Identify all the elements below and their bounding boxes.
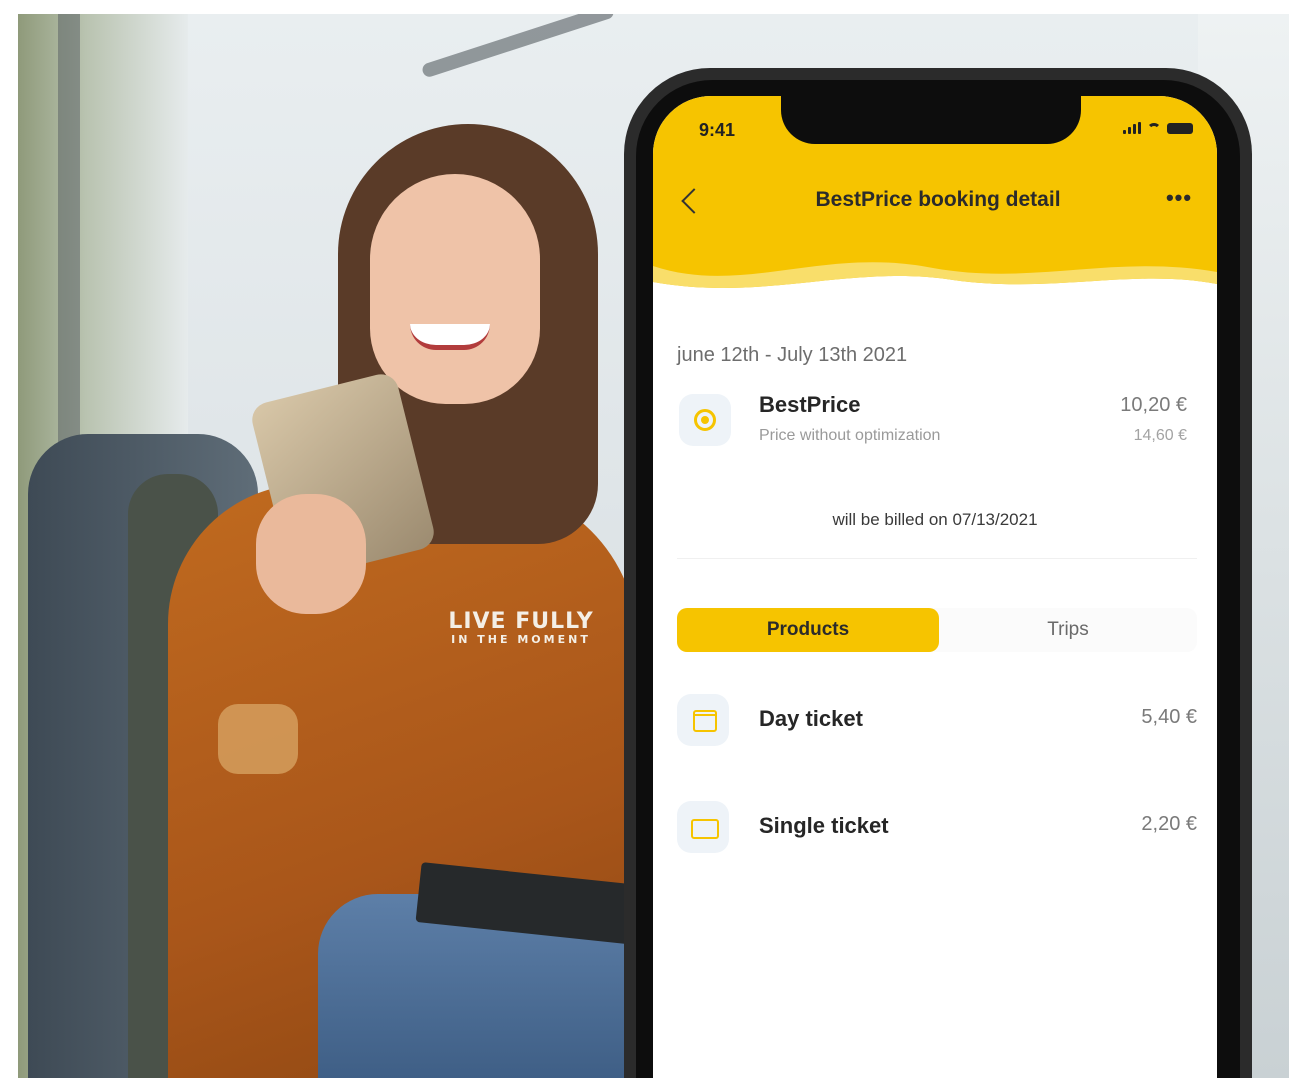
unoptimized-amount: 14,60 € (1133, 427, 1187, 444)
ticket-icon (677, 801, 729, 853)
signal-icon (1123, 122, 1141, 134)
status-time: 9:41 (699, 120, 736, 140)
page-title: BestPrice booking detail (815, 188, 1061, 211)
shirt-print: LIVE FULLY IN THE MOMENT (436, 609, 606, 647)
woman-hand (256, 494, 366, 614)
bracelet (218, 704, 298, 774)
tab-trips[interactable]: Trips (939, 608, 1197, 652)
battery-icon (1167, 122, 1193, 134)
bestprice-label: BestPrice (759, 392, 861, 417)
billing-date-note: will be billed on 07/13/2021 (832, 510, 1038, 529)
calendar-icon (677, 694, 729, 746)
status-icons (1123, 122, 1193, 134)
segmented-tabs: Products Trips (677, 608, 1197, 652)
wifi-icon (1147, 123, 1161, 133)
product-price: 5,40 € (1141, 706, 1197, 728)
app-screen: 9:41 BestPrice booking detail ••• june 1… (653, 96, 1217, 1078)
billing-period: june 12th - July 13th 2021 (677, 344, 908, 366)
divider (677, 558, 1197, 559)
product-row-day-ticket[interactable]: Day ticket 5,40 € (677, 694, 1197, 750)
product-price: 2,20 € (1141, 813, 1197, 835)
bestprice-amount: 10,20 € (1120, 394, 1187, 416)
header-wave (653, 246, 1217, 306)
more-options-button[interactable]: ••• (1159, 187, 1199, 212)
back-button[interactable] (675, 184, 703, 218)
price-without-optimization-label: Price without optimization (759, 427, 941, 444)
product-row-single-ticket[interactable]: Single ticket 2,20 € (677, 801, 1197, 857)
product-name: Single ticket (759, 813, 889, 838)
shirt-print-line2: IN THE MOMENT (451, 633, 591, 647)
product-name: Day ticket (759, 706, 863, 731)
tab-products[interactable]: Products (677, 608, 939, 652)
phone-notch (781, 96, 1081, 144)
handrail (420, 14, 616, 79)
marketing-image: LIVE FULLY IN THE MOMENT 9:41 BestPrice … (0, 0, 1289, 1078)
shirt-print-line1: LIVE FULLY (448, 609, 594, 634)
woman-face (370, 174, 540, 404)
bestprice-icon (679, 394, 731, 446)
